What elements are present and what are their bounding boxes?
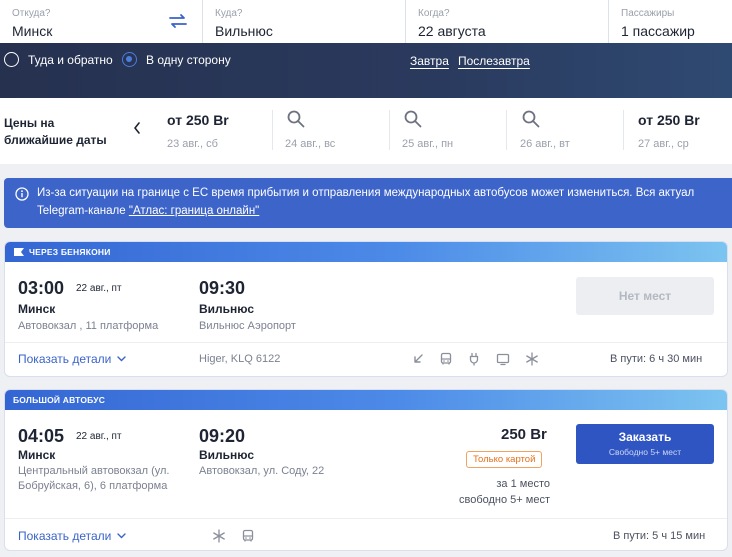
tv-icon (496, 353, 510, 366)
dates-title: Цены на ближайшие даты (4, 115, 107, 149)
departure-date: 22 авг., пт (76, 283, 122, 294)
radio-icon (4, 52, 19, 67)
roundtrip-label: Туда и обратно (28, 52, 113, 67)
departure-date: 22 авг., пт (76, 431, 122, 442)
arrival-station: Вильнюс Аэропорт (199, 320, 296, 332)
swap-icon[interactable] (168, 13, 188, 29)
passengers-value: 1 пассажир (621, 23, 695, 39)
date-label: 25 авг., пн (402, 138, 454, 150)
passengers-label: Пассажиры (621, 8, 675, 19)
oneway-label: В одну сторону (146, 52, 231, 67)
departure-station-line1: Автовокзал , 11 платформа (18, 320, 159, 332)
show-details-link[interactable]: Показать детали (18, 352, 127, 366)
search-header: Откуда? Минск Куда? Вильнюс Когда? 22 ав… (0, 0, 732, 98)
departure-station: Автовокзал , 11 платформа (18, 319, 158, 334)
socket-icon (469, 352, 479, 366)
date-value: 22 августа (418, 23, 486, 39)
trip-card[interactable]: БОЛЬШОЙ АВТОБУС 04:05 22 авг., пт Минск … (4, 389, 728, 551)
dates-title-line1: Цены на (4, 116, 55, 130)
passengers-field[interactable]: Пассажиры 1 пассажир (609, 0, 732, 43)
card-divider (5, 342, 727, 343)
date-option-26[interactable]: 26 авг., вт (507, 98, 624, 164)
details-label: Показать детали (18, 352, 112, 366)
date-option-27[interactable]: от 250 Br 27 авг., ср (624, 98, 732, 164)
chevron-down-icon (117, 533, 127, 539)
border-notice: Из-за ситуации на границе с ЕС время при… (4, 178, 732, 228)
chevron-left-icon[interactable] (132, 121, 142, 135)
bus-icon (242, 529, 254, 542)
details-label: Показать детали (18, 529, 112, 543)
departure-time: 04:05 (18, 426, 65, 446)
search-icon (522, 110, 540, 128)
tomorrow-link[interactable]: Завтра (410, 54, 449, 68)
book-sublabel: Свободно 5+ мест (608, 447, 682, 457)
date-field[interactable]: Когда? 22 августа (406, 0, 609, 43)
to-label: Куда? (215, 8, 243, 19)
ribbon-label: БОЛЬШОЙ АВТОБУС (13, 395, 106, 405)
trip-options: Туда и обратно В одну сторону Завтра Пос… (0, 52, 732, 72)
departure-city: Минск (18, 448, 56, 462)
info-icon (15, 187, 29, 201)
date-option-25[interactable]: 25 авг., пн (390, 98, 507, 164)
arrival-city: Вильнюс (199, 302, 255, 316)
arrival-time: 09:20 (199, 426, 246, 446)
departure-station-line1: Центральный автовокзал (ул. (18, 465, 170, 477)
date-label: 27 авг., ср (638, 138, 689, 150)
arrival-city: Вильнюс (199, 448, 255, 462)
departure-time: 03:00 (18, 278, 65, 298)
roundtrip-radio[interactable]: Туда и обратно (4, 52, 113, 67)
date-label: Когда? (418, 8, 450, 19)
notice-line2: Telegram-канале "Атлас: граница онлайн" (37, 202, 732, 220)
date-price: от 250 Br (638, 112, 700, 128)
trip-ribbon: ЧЕРЕЗ БЕНЯКОНИ (5, 242, 727, 262)
price-per-seat: за 1 место (496, 478, 550, 490)
date-option-23[interactable]: от 250 Br 23 авг., сб (156, 98, 273, 164)
dates-title-line2: ближайшие даты (4, 133, 107, 147)
date-label: 26 авг., вт (520, 138, 570, 150)
card-divider (5, 518, 727, 519)
date-label: 24 авг., вс (285, 138, 336, 150)
departure-city: Минск (18, 302, 56, 316)
notice-text: Из-за ситуации на границе с ЕС время при… (37, 187, 695, 199)
trip-ribbon: БОЛЬШОЙ АВТОБУС (5, 390, 727, 410)
to-value: Вильнюс (215, 23, 273, 39)
search-icon (404, 110, 422, 128)
free-seats: свободно 5+ мест (459, 494, 550, 506)
notice-prefix: Telegram-канале (37, 205, 129, 217)
flag-icon (14, 248, 24, 256)
card-only-badge: Только картой (466, 451, 543, 468)
no-seats-button: Нет мест (576, 277, 714, 315)
nearby-dates: Цены на ближайшие даты от 250 Br 23 авг.… (0, 98, 732, 164)
date-price: от 250 Br (167, 112, 229, 128)
recline-icon (414, 354, 423, 363)
from-field[interactable]: Откуда? Минск (0, 0, 203, 43)
chevron-down-icon (117, 356, 127, 362)
arrival-station: Автовокзал, ул. Соду, 22 (199, 465, 325, 477)
dayafter-link[interactable]: Послезавтра (458, 54, 530, 68)
trip-duration: В пути: 6 ч 30 мин (610, 353, 703, 365)
date-label: 23 авг., сб (167, 138, 218, 150)
oneway-radio[interactable]: В одну сторону (122, 52, 231, 67)
telegram-link[interactable]: "Атлас: граница онлайн" (129, 205, 259, 217)
search-fields: Откуда? Минск Куда? Вильнюс Когда? 22 ав… (0, 0, 732, 43)
snowflake-icon (213, 529, 225, 543)
book-button[interactable]: Заказать Свободно 5+ мест (576, 424, 714, 464)
bus-model: Higer, KLQ 6122 (199, 353, 281, 365)
departure-station-line2: Бобруйская, 6), 6 платформа (18, 480, 168, 492)
arrival-time: 09:30 (199, 278, 246, 298)
date-option-24[interactable]: 24 авг., вс (273, 98, 390, 164)
trip-card[interactable]: ЧЕРЕЗ БЕНЯКОНИ 03:00 22 авг., пт Минск А… (4, 241, 728, 377)
trip-duration: В пути: 5 ч 15 мин (613, 530, 706, 542)
ribbon-label: ЧЕРЕЗ БЕНЯКОНИ (29, 247, 111, 257)
seat-info: за 1 место свободно 5+ мест (425, 476, 550, 508)
search-icon (287, 110, 305, 128)
departure-station: Центральный автовокзал (ул. Бобруйская, … (18, 464, 170, 494)
book-label: Заказать (618, 430, 672, 444)
show-details-link[interactable]: Показать детали (18, 529, 127, 543)
trip-price: 250 Br (501, 426, 547, 443)
snowflake-icon (526, 352, 538, 366)
bus-icon (440, 352, 452, 365)
radio-selected-icon (122, 52, 137, 67)
to-field[interactable]: Куда? Вильнюс (203, 0, 406, 43)
